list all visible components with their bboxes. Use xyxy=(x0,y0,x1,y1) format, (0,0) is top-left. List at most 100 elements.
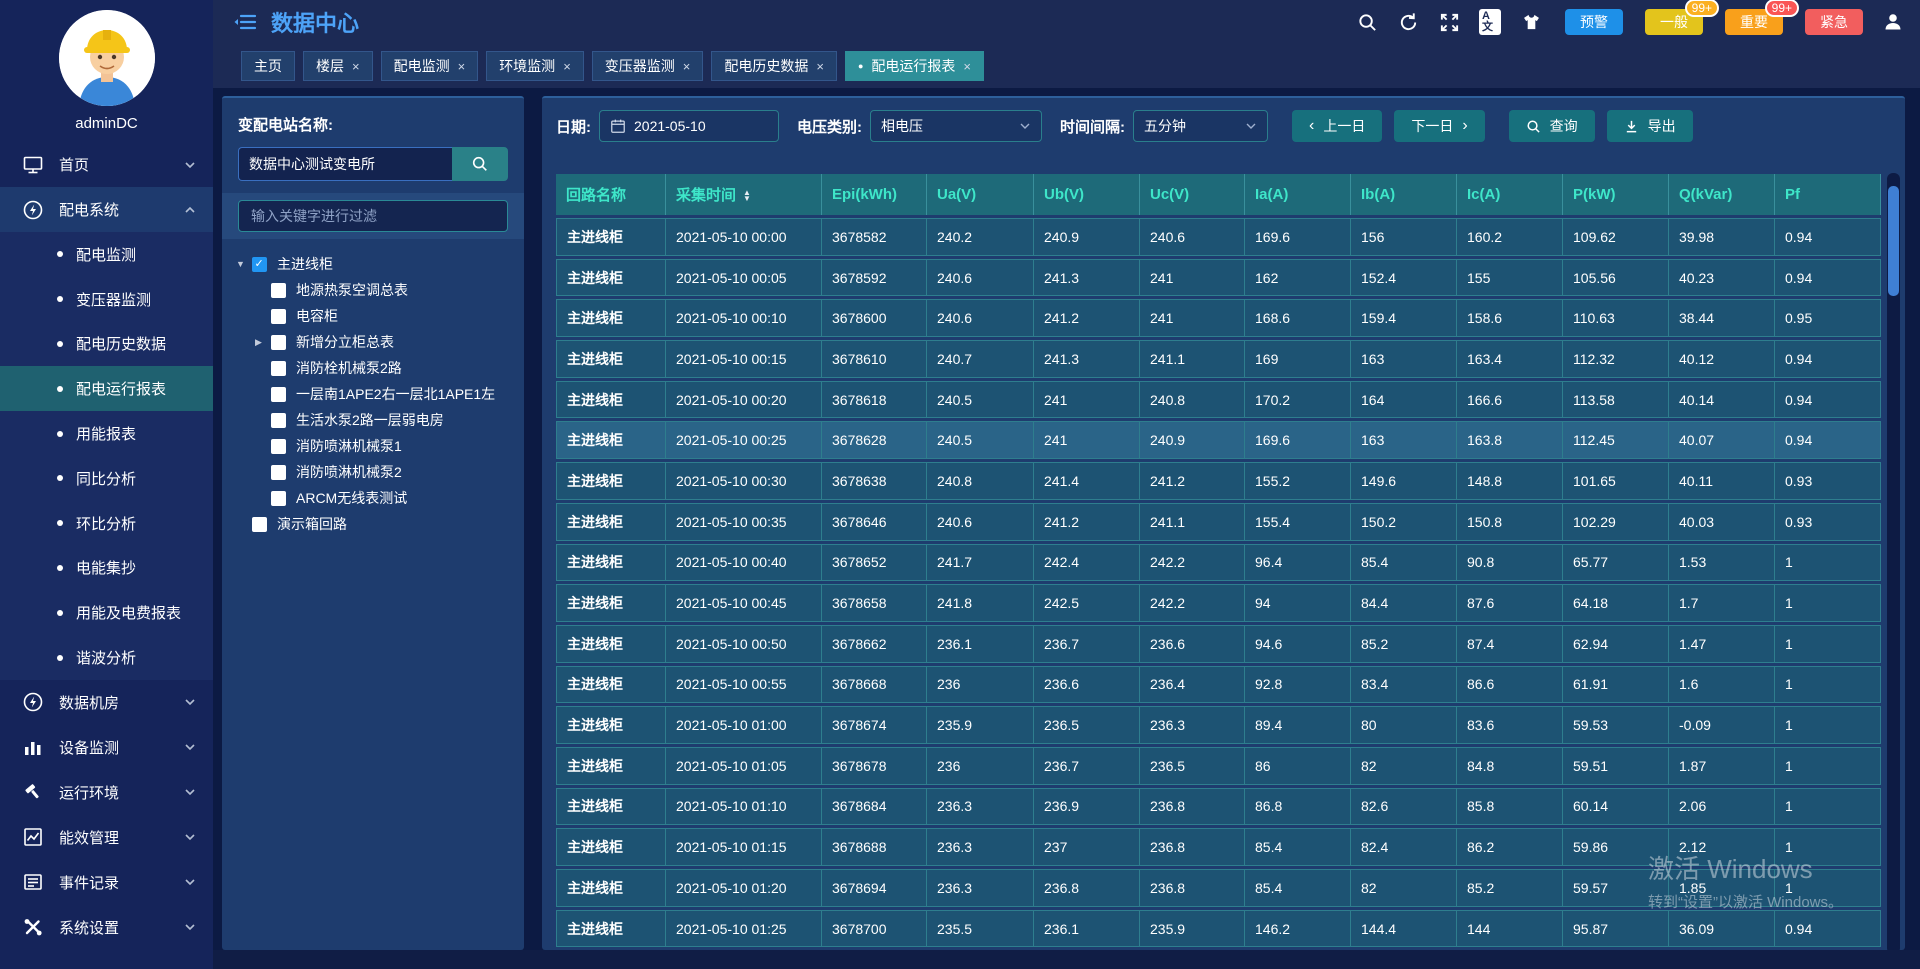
sidebar-submenu-item[interactable]: 电能集抄 xyxy=(0,546,213,591)
tree-checkbox[interactable] xyxy=(271,465,286,480)
sidebar-submenu-item[interactable]: 用能报表 xyxy=(0,411,213,456)
tree-node[interactable]: ▼ ▶ 消防喷淋机械泵2 xyxy=(236,459,514,485)
table-row[interactable]: 主进线柜 2021-05-10 01:15 3678688 236.3 237 … xyxy=(556,828,1881,866)
tree-expander[interactable]: ▼ ▶ xyxy=(236,259,252,269)
table-row[interactable]: 主进线柜 2021-05-10 00:00 3678582 240.2 240.… xyxy=(556,218,1881,256)
tree-node[interactable]: ▼ ▶ 电容柜 xyxy=(236,303,514,329)
close-icon[interactable]: × xyxy=(963,59,971,74)
menu-fold-icon[interactable] xyxy=(233,11,257,33)
column-header[interactable]: Ib(A)▲▼ xyxy=(1351,174,1457,215)
alert-button[interactable]: 重要 99+ xyxy=(1725,9,1783,35)
tree-node[interactable]: ▼ ▶ 一层南1APE2右一层北1APE1左 xyxy=(236,381,514,407)
table-row[interactable]: 主进线柜 2021-05-10 00:10 3678600 240.6 241.… xyxy=(556,299,1881,337)
sort-icon[interactable]: ▲▼ xyxy=(743,190,751,203)
table-row[interactable]: 主进线柜 2021-05-10 01:10 3678684 236.3 236.… xyxy=(556,788,1881,826)
tree-node[interactable]: ▼ ▶ 消防栓机械泵2路 xyxy=(236,355,514,381)
sidebar-submenu-item[interactable]: 配电监测 xyxy=(0,232,213,277)
tree-checkbox[interactable] xyxy=(271,361,286,376)
tree-node[interactable]: ▼ ▶ 演示箱回路 xyxy=(236,511,514,537)
table-row[interactable]: 主进线柜 2021-05-10 00:15 3678610 240.7 241.… xyxy=(556,340,1881,378)
user-icon[interactable] xyxy=(1882,11,1904,33)
sidebar-submenu-item[interactable]: 谐波分析 xyxy=(0,635,213,680)
column-header[interactable]: Ua(V)▲▼ xyxy=(927,174,1034,215)
alert-button[interactable]: 紧急 xyxy=(1805,9,1863,35)
table-row[interactable]: 主进线柜 2021-05-10 00:55 3678668 236 236.6 … xyxy=(556,666,1881,704)
query-button[interactable]: 查询 xyxy=(1509,110,1595,142)
table-row[interactable]: 主进线柜 2021-05-10 01:20 3678694 236.3 236.… xyxy=(556,869,1881,907)
tab[interactable]: ● 配电历史数据 × xyxy=(711,51,837,81)
table-row[interactable]: 主进线柜 2021-05-10 00:40 3678652 241.7 242.… xyxy=(556,544,1881,582)
tab[interactable]: ● 主页 × xyxy=(241,51,295,81)
interval-select[interactable]: 五分钟 xyxy=(1133,110,1268,142)
table-row[interactable]: 主进线柜 2021-05-10 01:00 3678674 235.9 236.… xyxy=(556,706,1881,744)
avatar[interactable] xyxy=(59,10,155,106)
tree-node[interactable]: ▼ ▶ 地源热泵空调总表 xyxy=(236,277,514,303)
table-row[interactable]: 主进线柜 2021-05-10 00:05 3678592 240.6 241.… xyxy=(556,259,1881,297)
translate-icon[interactable]: A文 xyxy=(1479,11,1501,33)
tree-checkbox[interactable] xyxy=(271,309,286,324)
tree-checkbox[interactable] xyxy=(271,413,286,428)
close-icon[interactable]: × xyxy=(352,59,360,74)
table-row[interactable]: 主进线柜 2021-05-10 00:25 3678628 240.5 241 … xyxy=(556,421,1881,459)
close-icon[interactable]: × xyxy=(683,59,691,74)
fullscreen-icon[interactable] xyxy=(1438,11,1460,33)
theme-shirt-icon[interactable] xyxy=(1520,11,1542,33)
sidebar-submenu-item[interactable]: 同比分析 xyxy=(0,456,213,501)
scrollbar-thumb[interactable] xyxy=(1888,186,1899,296)
sidebar-item-event-log[interactable]: 事件记录 xyxy=(0,860,213,905)
sidebar-submenu-item[interactable]: 配电历史数据 xyxy=(0,322,213,367)
tree-node[interactable]: ▼ ▶ 新增分立柜总表 xyxy=(236,329,514,355)
tree-node[interactable]: ▼ ▶ ARCM无线表测试 xyxy=(236,485,514,511)
column-header[interactable]: Pf▲▼ xyxy=(1775,174,1881,215)
tree-node[interactable]: ▼ ▶ 主进线柜 xyxy=(236,251,514,277)
column-header[interactable]: Ia(A)▲▼ xyxy=(1245,174,1351,215)
date-picker[interactable]: 2021-05-10 xyxy=(599,110,779,142)
column-header[interactable]: Ub(V)▲▼ xyxy=(1034,174,1140,215)
prev-day-button[interactable]: ‹ 上一日 xyxy=(1292,110,1382,142)
tree-node[interactable]: ▼ ▶ 消防喷淋机械泵1 xyxy=(236,433,514,459)
table-row[interactable]: 主进线柜 2021-05-10 00:45 3678658 241.8 242.… xyxy=(556,584,1881,622)
voltage-type-select[interactable]: 相电压 xyxy=(870,110,1042,142)
tab[interactable]: ● 环境监测 × xyxy=(486,51,584,81)
column-header[interactable]: Uc(V)▲▼ xyxy=(1140,174,1245,215)
table-row[interactable]: 主进线柜 2021-05-10 01:25 3678700 235.5 236.… xyxy=(556,910,1881,948)
alert-button[interactable]: 一般 99+ xyxy=(1645,9,1703,35)
tree-checkbox[interactable] xyxy=(252,517,267,532)
alert-button[interactable]: 预警 xyxy=(1565,9,1623,35)
tree-checkbox[interactable] xyxy=(271,491,286,506)
tree-checkbox[interactable] xyxy=(271,283,286,298)
sidebar-item-settings[interactable]: 系统设置 xyxy=(0,905,213,950)
sidebar-item-device-monitor[interactable]: 设备监测 xyxy=(0,725,213,770)
close-icon[interactable]: × xyxy=(563,59,571,74)
sidebar-submenu-item[interactable]: 环比分析 xyxy=(0,501,213,546)
tab[interactable]: ● 配电监测 × xyxy=(381,51,479,81)
station-name-input[interactable] xyxy=(238,147,452,181)
refresh-icon[interactable] xyxy=(1397,11,1419,33)
sidebar-submenu-item[interactable]: 变压器监测 xyxy=(0,277,213,322)
next-day-button[interactable]: 下一日 › xyxy=(1394,110,1484,142)
sidebar-submenu-item[interactable]: 用能及电费报表 xyxy=(0,590,213,635)
tab[interactable]: ● 楼层 × xyxy=(303,51,373,81)
station-search-button[interactable] xyxy=(452,147,508,181)
sidebar-item-energy-mgmt[interactable]: 能效管理 xyxy=(0,815,213,860)
column-header[interactable]: P(kW)▲▼ xyxy=(1563,174,1669,215)
table-row[interactable]: 主进线柜 2021-05-10 01:05 3678678 236 236.7 … xyxy=(556,747,1881,785)
column-header[interactable]: 回路名称▲▼ xyxy=(556,174,666,215)
tree-checkbox[interactable] xyxy=(271,335,286,350)
table-row[interactable]: 主进线柜 2021-05-10 00:35 3678646 240.6 241.… xyxy=(556,503,1881,541)
column-header[interactable]: Q(kVar)▲▼ xyxy=(1669,174,1775,215)
tab[interactable]: ● 配电运行报表 × xyxy=(845,51,984,81)
close-icon[interactable]: × xyxy=(816,59,824,74)
column-header[interactable]: Epi(kWh)▲▼ xyxy=(822,174,927,215)
column-header[interactable]: 采集时间▲▼ xyxy=(666,174,822,215)
table-row[interactable]: 主进线柜 2021-05-10 00:20 3678618 240.5 241 … xyxy=(556,381,1881,419)
table-row[interactable]: 主进线柜 2021-05-10 00:30 3678638 240.8 241.… xyxy=(556,462,1881,500)
tree-expander[interactable]: ▼ ▶ xyxy=(255,337,271,348)
export-button[interactable]: 导出 xyxy=(1607,110,1693,142)
table-row[interactable]: 主进线柜 2021-05-10 00:50 3678662 236.1 236.… xyxy=(556,625,1881,663)
sidebar-submenu-item[interactable]: 配电运行报表 xyxy=(0,366,213,411)
close-icon[interactable]: × xyxy=(458,59,466,74)
tab[interactable]: ● 变压器监测 × xyxy=(592,51,704,81)
tree-checkbox[interactable] xyxy=(271,387,286,402)
sidebar-item-power-system[interactable]: 配电系统 xyxy=(0,187,213,232)
